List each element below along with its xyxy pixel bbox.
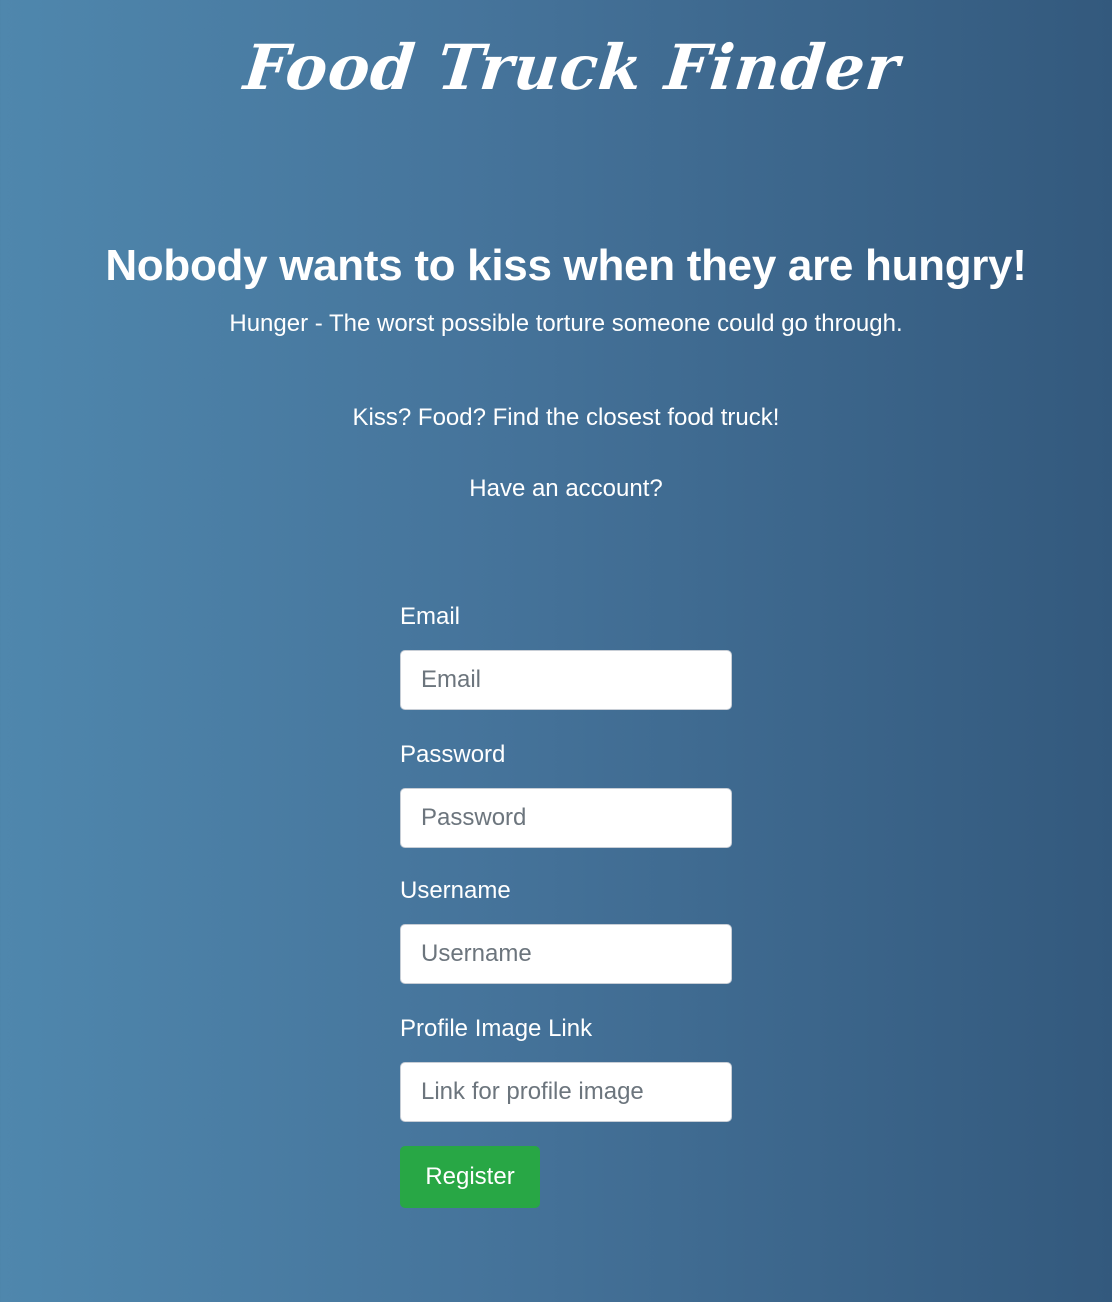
username-label: Username	[400, 877, 511, 904]
brand-title: Food Truck Finder	[240, 31, 904, 104]
username-group: Username	[400, 876, 732, 984]
hero-subtitle: Hunger - The worst possible torture some…	[229, 310, 903, 337]
profile-image-field[interactable]	[400, 1062, 732, 1122]
password-field[interactable]	[400, 788, 732, 848]
profile-image-label: Profile Image Link	[400, 1015, 593, 1042]
profile-image-group: Profile Image Link	[400, 1014, 732, 1122]
account-prompt[interactable]: Have an account?	[0, 473, 1112, 505]
password-label: Password	[400, 741, 506, 768]
email-group: Email	[400, 602, 732, 710]
email-field[interactable]	[400, 650, 732, 710]
tagline: Kiss? Food? Find the closest food truck!	[352, 404, 780, 431]
hero-section: Nobody wants to kiss when they are hungr…	[0, 238, 1112, 338]
password-group: Password	[400, 740, 732, 848]
username-field[interactable]	[400, 924, 732, 984]
email-label: Email	[400, 603, 461, 630]
hero-heading: Nobody wants to kiss when they are hungr…	[105, 241, 1027, 290]
register-button[interactable]: Register	[400, 1146, 540, 1208]
